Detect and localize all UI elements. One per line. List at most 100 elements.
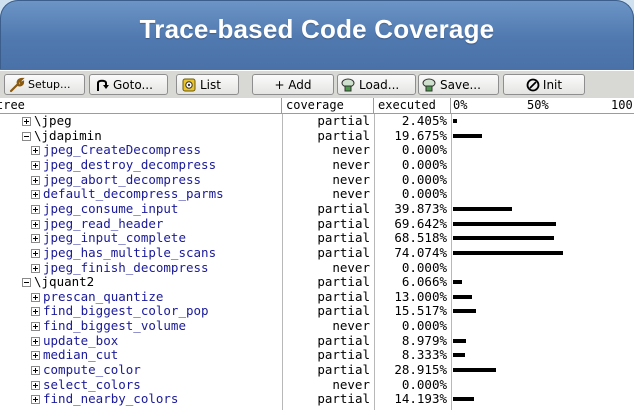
coverage-cell: partial [317,231,370,246]
tree-cell[interactable]: jpeg_consume_input [0,202,280,217]
table-row[interactable]: \jquant2 partial 6.066% [0,275,634,290]
table-row[interactable]: jpeg_consume_input partial 39.873% [0,202,634,217]
tree-cell[interactable]: prescan_quantize [0,290,280,305]
expand-icon[interactable] [31,366,40,376]
table-row[interactable]: \jpeg partial 2.405% [0,114,634,129]
tree-cell[interactable]: \jpeg [0,114,280,129]
table-body: \jpeg partial 2.405% \jdapimin partial 19.675… [0,114,634,410]
coverage-cell: partial [317,304,370,319]
window-title: Trace-based Code Coverage [139,14,495,44]
setup-button[interactable]: Setup... [4,74,85,95]
tree-cell[interactable]: compute_color [0,363,280,378]
title-bar: Trace-based Code Coverage [0,0,634,70]
tree-cell[interactable]: update_box [0,334,280,349]
tree-cell[interactable]: jpeg_finish_decompress [0,261,280,276]
table-row[interactable]: jpeg_abort_decompress never 0.000% [0,173,634,188]
coverage-bar-cell [451,334,634,349]
executed-header-label: executed [378,98,436,112]
table-row[interactable]: find_biggest_volume never 0.000% [0,319,634,334]
column-header-executed[interactable]: executed [374,98,451,113]
table-row[interactable]: prescan_quantize partial 13.000% [0,290,634,305]
init-label: Init [542,77,563,92]
tree-cell[interactable]: jpeg_destroy_decompress [0,158,280,173]
coverage-bar [453,250,563,255]
coverage-bar [453,353,465,358]
expand-icon[interactable] [31,336,40,346]
tree-cell[interactable]: jpeg_input_complete [0,231,280,246]
tree-cell[interactable]: select_colors [0,378,280,393]
expand-icon[interactable] [31,234,40,244]
table-row[interactable]: jpeg_CreateDecompress never 0.000% [0,143,634,158]
init-button[interactable]: Init [503,74,585,95]
expand-icon[interactable] [31,219,40,229]
table-row[interactable]: jpeg_input_complete partial 68.518% [0,231,634,246]
tree-cell[interactable]: find_nearby_colors [0,392,280,407]
expand-icon[interactable] [22,117,31,126]
expand-icon[interactable] [31,395,40,405]
column-header-chart[interactable]: 0% 50% 100 [451,98,634,113]
collapse-icon[interactable] [22,278,31,288]
tree-item-label: jpeg_read_header [43,216,164,231]
executed-cell: 68.518% [394,231,447,246]
collapse-icon[interactable] [22,131,31,141]
load-button[interactable]: Load... [337,74,416,95]
tree-item-label: default_decompress_parms [43,187,224,202]
add-button[interactable]: + Add [252,74,334,95]
coverage-bar [453,133,482,138]
executed-cell: 0.000% [401,319,447,334]
expand-icon[interactable] [31,190,40,200]
tree-cell[interactable]: \jdapimin [0,129,280,144]
expand-icon[interactable] [31,175,40,185]
scale-100-label: 100 [611,98,633,112]
table-row[interactable]: select_colors never 0.000% [0,378,634,393]
column-header-coverage[interactable]: coverage [282,98,374,113]
table-row[interactable]: update_box partial 8.979% [0,334,634,349]
expand-icon[interactable] [31,263,40,273]
coverage-cell: partial [317,275,370,290]
table-row[interactable]: jpeg_finish_decompress never 0.000% [0,261,634,276]
tree-cell[interactable]: jpeg_CreateDecompress [0,143,280,158]
tree-cell[interactable]: \jquant2 [0,275,280,290]
tree-cell[interactable]: default_decompress_parms [0,187,280,202]
column-header-tree[interactable]: tree [0,98,282,113]
list-button[interactable]: List [176,74,239,95]
coverage-cell: partial [317,216,370,231]
save-button[interactable]: Save... [418,74,499,95]
tree-item-label: jpeg_finish_decompress [43,260,209,275]
table-row[interactable]: default_decompress_parms never 0.000% [0,187,634,202]
table-row[interactable]: jpeg_has_multiple_scans partial 74.074% [0,246,634,261]
table-row[interactable]: jpeg_destroy_decompress never 0.000% [0,158,634,173]
executed-cell: 6.066% [401,275,447,290]
expand-icon[interactable] [31,204,40,214]
expand-icon[interactable] [31,307,40,317]
tree-cell[interactable]: jpeg_abort_decompress [0,173,280,188]
executed-cell: 74.074% [394,245,447,260]
executed-cell: 69.642% [394,216,447,231]
expand-icon[interactable] [31,146,40,156]
executed-cell: 0.000% [401,187,447,202]
table-row[interactable]: find_nearby_colors partial 14.193% [0,392,634,407]
coverage-cell: never [332,377,370,392]
goto-button[interactable]: Goto... [89,74,168,95]
table-row[interactable]: jpeg_read_header partial 69.642% [0,217,634,232]
expand-icon[interactable] [31,248,40,258]
coverage-bar-cell [451,158,634,173]
expand-icon[interactable] [31,380,40,390]
table-row[interactable]: median_cut partial 8.333% [0,348,634,363]
table-row[interactable]: find_biggest_color_pop partial 15.517% [0,304,634,319]
goto-label: Goto... [113,77,153,92]
expand-icon[interactable] [31,322,40,332]
coverage-bar [453,280,462,285]
table-row[interactable]: \jdapimin partial 19.675% [0,129,634,144]
coverage-bar [453,397,474,402]
tree-cell[interactable]: median_cut [0,348,280,363]
tree-item-label: jpeg_abort_decompress [43,172,202,187]
tree-cell[interactable]: find_biggest_volume [0,319,280,334]
expand-icon[interactable] [31,160,40,170]
expand-icon[interactable] [31,351,40,361]
tree-cell[interactable]: find_biggest_color_pop [0,304,280,319]
expand-icon[interactable] [31,292,40,302]
tree-cell[interactable]: jpeg_has_multiple_scans [0,246,280,261]
tree-cell[interactable]: jpeg_read_header [0,217,280,232]
table-row[interactable]: compute_color partial 28.915% [0,363,634,378]
